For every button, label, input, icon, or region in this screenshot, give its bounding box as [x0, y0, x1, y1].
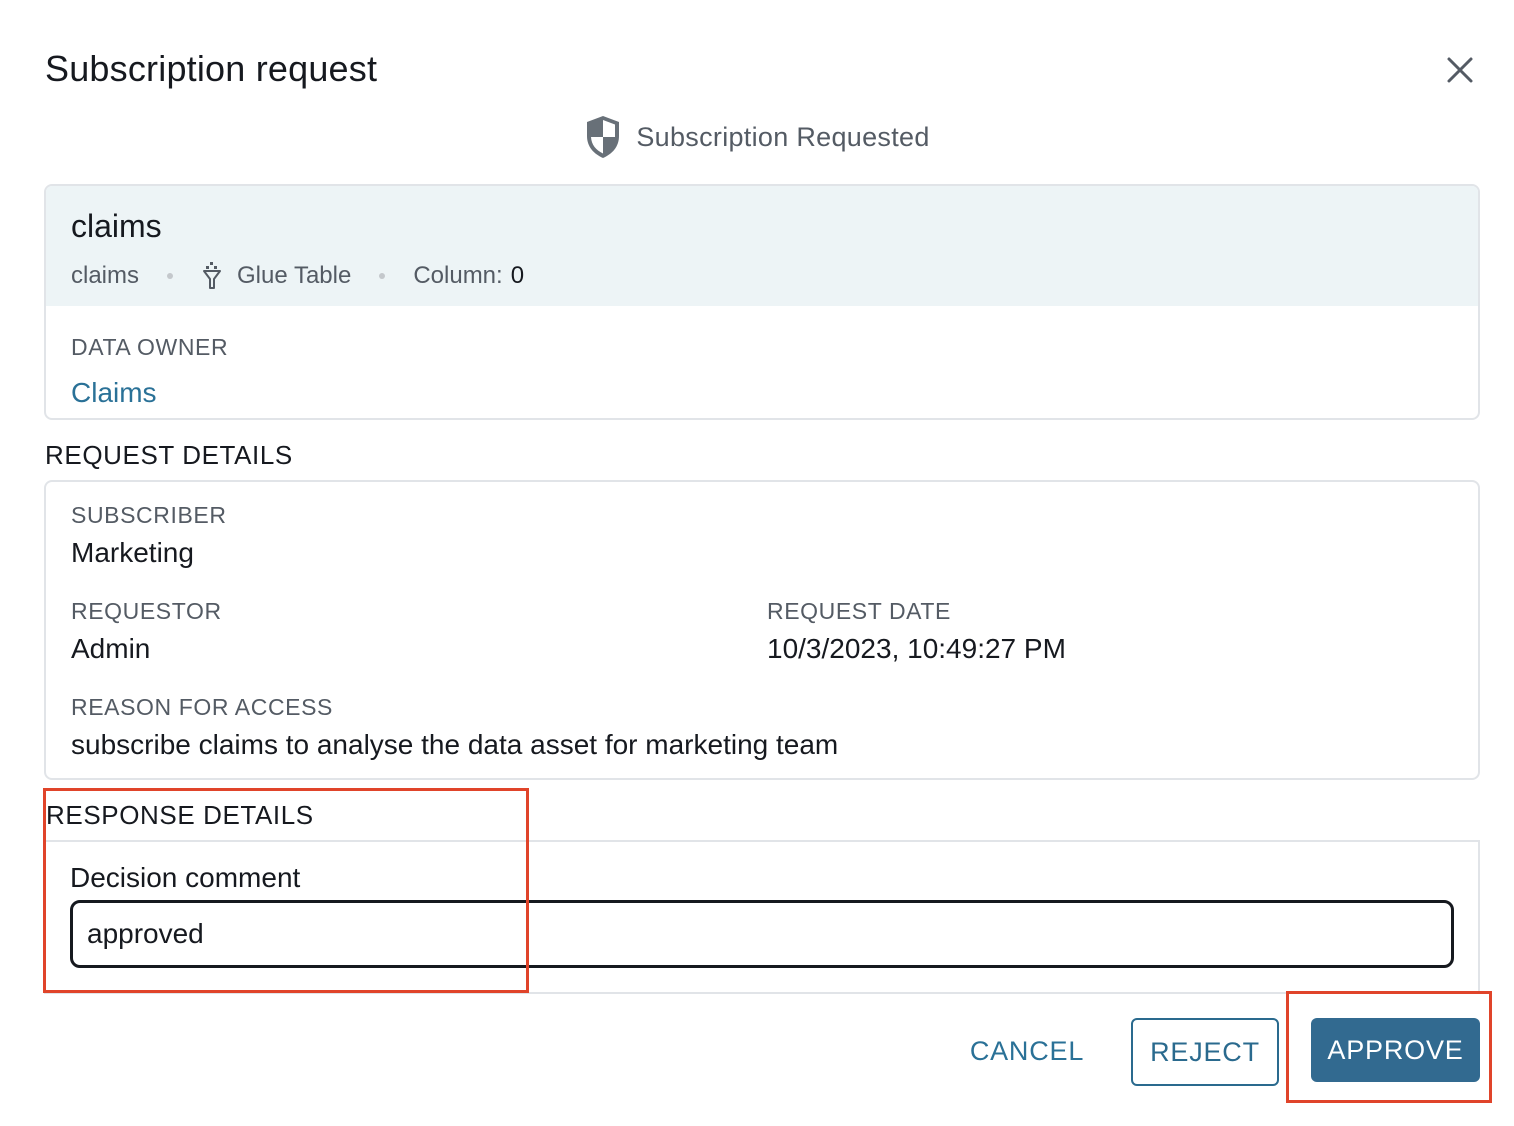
request-details-card: SUBSCRIBER Marketing REQUESTOR Admin REQ… — [44, 480, 1480, 780]
cancel-button[interactable]: CANCEL — [956, 1020, 1098, 1082]
reason-value: subscribe claims to analyse the data ass… — [71, 729, 839, 760]
separator-dot — [379, 273, 386, 279]
dialog-title: Subscription request — [45, 48, 378, 89]
asset-name: claims — [71, 208, 162, 244]
shield-icon — [587, 116, 620, 158]
requestor-field: REQUESTOR Admin — [71, 598, 222, 665]
decision-comment-input[interactable] — [70, 900, 1454, 968]
asset-meta: claims Glue Table Column: 0 — [71, 261, 1453, 291]
decision-comment-label: Decision comment — [70, 862, 301, 893]
request-details-heading: REQUEST DETAILS — [45, 440, 293, 470]
asset-header: claims claims Glue Table Column: 0 — [46, 186, 1478, 306]
request-date-field: REQUEST DATE 10/3/2023, 10:49:27 PM — [767, 598, 1066, 665]
asset-body: DATA OWNER Claims — [46, 306, 1478, 409]
subscriber-label: SUBSCRIBER — [71, 502, 227, 528]
subscription-request-dialog: Subscription request Subscription Reques… — [0, 0, 1514, 1126]
glue-table-icon — [203, 262, 222, 289]
column-label: Column: — [413, 262, 503, 289]
status-indicator: Subscription Requested — [0, 114, 1514, 160]
subscriber-field: SUBSCRIBER Marketing — [71, 502, 227, 569]
response-details-heading: RESPONSE DETAILS — [46, 800, 314, 830]
reason-label: REASON FOR ACCESS — [71, 694, 333, 720]
subscriber-value: Marketing — [71, 537, 194, 568]
data-owner-link[interactable]: Claims — [71, 377, 157, 409]
close-button[interactable] — [1442, 52, 1478, 88]
status-text: Subscription Requested — [636, 121, 930, 152]
request-date-label: REQUEST DATE — [767, 598, 951, 624]
column-count: 0 — [510, 262, 525, 289]
reason-field: REASON FOR ACCESS subscribe claims to an… — [71, 694, 838, 761]
requestor-value: Admin — [71, 633, 151, 664]
requestor-label: REQUESTOR — [71, 598, 222, 624]
separator-dot — [167, 273, 174, 279]
response-details-card: Decision comment — [44, 840, 1480, 994]
close-icon — [1447, 57, 1473, 83]
data-owner-label: DATA OWNER — [71, 334, 229, 360]
asset-meta-name: claims — [71, 262, 140, 289]
reject-button[interactable]: REJECT — [1131, 1018, 1279, 1086]
approve-button[interactable]: APPROVE — [1311, 1018, 1480, 1082]
asset-type: Glue Table — [237, 262, 352, 289]
request-date-value: 10/3/2023, 10:49:27 PM — [767, 633, 1066, 664]
asset-card: claims claims Glue Table Column: 0 DATA … — [44, 184, 1480, 420]
